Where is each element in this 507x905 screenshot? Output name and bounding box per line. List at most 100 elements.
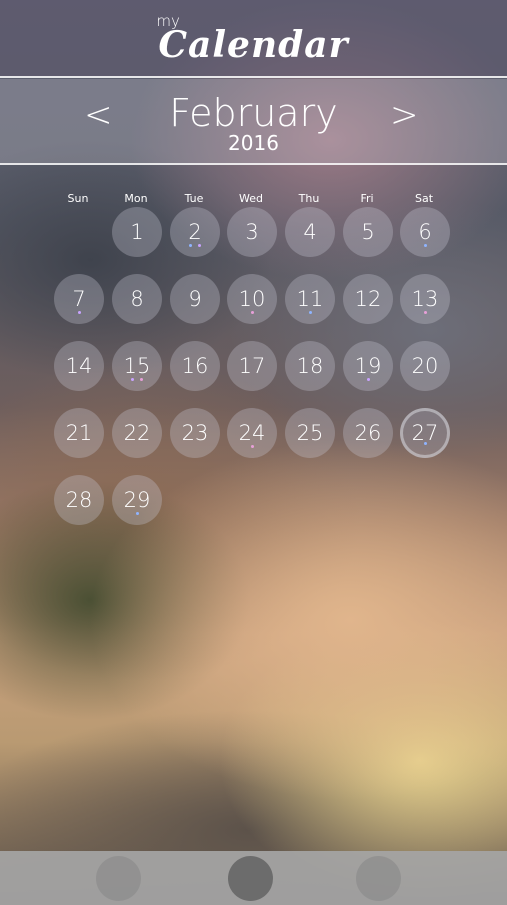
event-indicators <box>54 311 104 314</box>
month-navigator: < February 2016 > <box>0 79 507 163</box>
day-number: 28 <box>65 488 93 512</box>
day-number: 14 <box>65 354 93 378</box>
day-number: 9 <box>188 287 202 311</box>
day-number: 12 <box>354 287 382 311</box>
logo-prefix: my <box>156 12 180 30</box>
event-indicators <box>112 378 162 381</box>
day-number: 21 <box>65 421 93 445</box>
footer-center-button[interactable] <box>228 856 273 901</box>
navigator-divider <box>0 163 507 165</box>
event-dot <box>250 311 254 314</box>
calendar-day[interactable]: 6 <box>400 207 450 257</box>
day-number: 5 <box>361 220 375 244</box>
day-number: 17 <box>238 354 266 378</box>
event-dot <box>135 512 139 515</box>
day-number: 25 <box>296 421 324 445</box>
calendar-day-today[interactable]: 27 <box>400 408 450 458</box>
calendar-day[interactable]: 18 <box>285 341 335 391</box>
weekday-header: Sun Mon Tue Wed Thu Fri Sat <box>0 192 507 206</box>
event-indicators <box>227 311 277 314</box>
weekday-label: Sun <box>67 192 89 205</box>
event-dot <box>198 244 201 247</box>
event-dot <box>140 378 143 381</box>
calendar-day[interactable]: 26 <box>343 408 393 458</box>
calendar-day[interactable]: 10 <box>227 274 277 324</box>
calendar-day[interactable]: 22 <box>112 408 162 458</box>
calendar-day[interactable]: 3 <box>227 207 277 257</box>
logo-name: Calendar <box>158 24 349 66</box>
calendar-day[interactable]: 25 <box>285 408 335 458</box>
event-indicators <box>400 311 450 314</box>
calendar-day[interactable]: 15 <box>112 341 162 391</box>
day-number: 18 <box>296 354 324 378</box>
day-number: 6 <box>418 220 432 244</box>
event-indicators <box>343 378 393 381</box>
header-divider <box>0 76 507 78</box>
event-indicators <box>112 512 162 515</box>
calendar-day[interactable]: 16 <box>170 341 220 391</box>
calendar-day[interactable]: 9 <box>170 274 220 324</box>
calendar-day[interactable]: 11 <box>285 274 335 324</box>
event-dot <box>308 311 312 314</box>
year-label: 2016 <box>228 131 279 155</box>
calendar-day[interactable]: 5 <box>343 207 393 257</box>
event-dot <box>77 311 81 314</box>
calendar-day[interactable]: 12 <box>343 274 393 324</box>
footer-right-button[interactable] <box>356 856 401 901</box>
day-number: 19 <box>354 354 382 378</box>
weekday-label: Thu <box>298 192 320 205</box>
day-number: 1 <box>130 220 144 244</box>
event-indicators <box>227 445 277 448</box>
event-dot <box>423 442 427 445</box>
calendar-day[interactable]: 8 <box>112 274 162 324</box>
day-number: 22 <box>123 421 151 445</box>
day-number: 29 <box>123 488 151 512</box>
weekday-label: Fri <box>360 192 374 205</box>
event-dot <box>366 378 370 381</box>
day-number: 10 <box>238 287 266 311</box>
calendar-day[interactable]: 13 <box>400 274 450 324</box>
calendar-day[interactable]: 4 <box>285 207 335 257</box>
calendar-day[interactable]: 29 <box>112 475 162 525</box>
day-number: 20 <box>411 354 439 378</box>
calendar-day[interactable]: 28 <box>54 475 104 525</box>
day-number: 4 <box>303 220 317 244</box>
calendar-day[interactable]: 2 <box>170 207 220 257</box>
event-dot <box>131 378 134 381</box>
day-number: 23 <box>181 421 209 445</box>
event-dot <box>423 311 427 314</box>
app-logo: my Calendar <box>156 10 349 66</box>
calendar-day[interactable]: 14 <box>54 341 104 391</box>
calendar-day[interactable]: 23 <box>170 408 220 458</box>
day-number: 15 <box>123 354 151 378</box>
day-number: 26 <box>354 421 382 445</box>
day-number: 2 <box>188 220 202 244</box>
day-number: 7 <box>72 287 86 311</box>
calendar-day[interactable]: 19 <box>343 341 393 391</box>
calendar-day[interactable]: 7 <box>54 274 104 324</box>
weekday-label: Sat <box>414 192 434 205</box>
event-indicators <box>400 244 450 247</box>
bottom-bar <box>0 851 507 905</box>
calendar-day[interactable]: 1 <box>112 207 162 257</box>
day-number: 11 <box>296 287 324 311</box>
calendar-day[interactable]: 21 <box>54 408 104 458</box>
day-number: 3 <box>245 220 259 244</box>
weekday-label: Tue <box>184 192 204 205</box>
month-title: February <box>169 91 338 135</box>
next-month-button[interactable]: > <box>390 95 419 135</box>
footer-left-button[interactable] <box>96 856 141 901</box>
event-dot <box>250 445 254 448</box>
event-indicators <box>285 311 335 314</box>
calendar-day[interactable]: 17 <box>227 341 277 391</box>
event-dot <box>189 244 192 247</box>
day-number: 8 <box>130 287 144 311</box>
day-number: 24 <box>238 421 266 445</box>
event-indicators <box>170 244 220 247</box>
event-indicators <box>403 442 447 445</box>
calendar-day[interactable]: 24 <box>227 408 277 458</box>
day-number: 13 <box>411 287 439 311</box>
day-number: 16 <box>181 354 209 378</box>
calendar-day[interactable]: 20 <box>400 341 450 391</box>
event-dot <box>423 244 427 247</box>
